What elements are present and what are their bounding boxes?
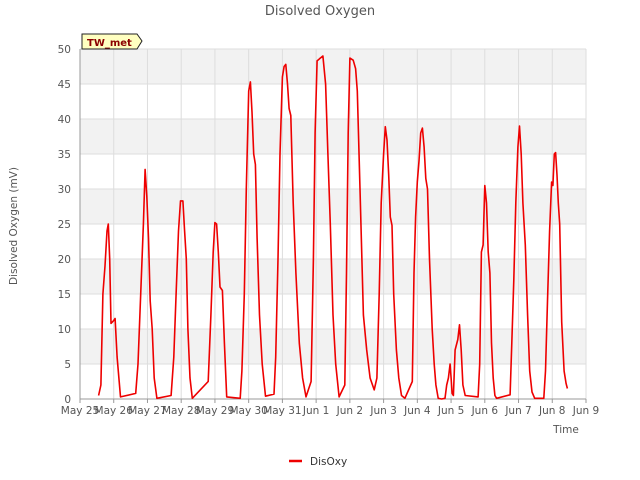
x-tick-label: Jun 7 (504, 405, 531, 417)
plot-band (80, 329, 586, 364)
x-tick-label: Jun 6 (471, 405, 499, 417)
y-tick-label: 10 (58, 324, 71, 336)
y-tick-label: 20 (58, 254, 71, 266)
disolved-oxygen-chart: 05101520253035404550 May 25May 26May 27M… (0, 0, 640, 480)
y-tick-label: 50 (58, 44, 71, 56)
x-tick-label: May 31 (263, 405, 301, 417)
x-tick-label: May 27 (128, 405, 166, 417)
y-tick-label: 15 (58, 289, 71, 301)
plot-band (80, 119, 586, 154)
station-badge: TW_met (81, 33, 143, 50)
x-tick-label: May 30 (229, 405, 267, 417)
x-tick-label: Jun 8 (538, 405, 565, 417)
x-tick-label: Jun 1 (302, 405, 329, 417)
plot-band (80, 49, 586, 84)
x-tick-label: May 25 (61, 405, 99, 417)
y-tick-label: 25 (58, 219, 71, 231)
y-tick-label: 30 (58, 184, 71, 196)
x-tick-label: Jun 5 (437, 405, 464, 417)
station-badge-label: TW_met (87, 38, 132, 49)
x-tick-label: Jun 2 (336, 405, 363, 417)
x-tick-label: Jun 9 (572, 405, 599, 417)
x-axis-label: Time (552, 424, 579, 436)
y-tick-label: 40 (58, 114, 71, 126)
x-tick-label: May 29 (196, 405, 234, 417)
y-tick-label: 35 (58, 149, 71, 161)
x-tick-label: May 28 (162, 405, 200, 417)
y-tick-label: 45 (58, 79, 71, 91)
x-tick-label: Jun 3 (369, 405, 396, 417)
x-tick-label: Jun 4 (403, 405, 431, 417)
plot-band (80, 189, 586, 224)
y-tick-label: 5 (64, 359, 71, 371)
y-axis-label: Disolved Oxygen (mV) (8, 167, 20, 285)
legend-label-disoxy: DisOxy (310, 456, 347, 468)
chart-title: Disolved Oxygen (265, 4, 375, 19)
